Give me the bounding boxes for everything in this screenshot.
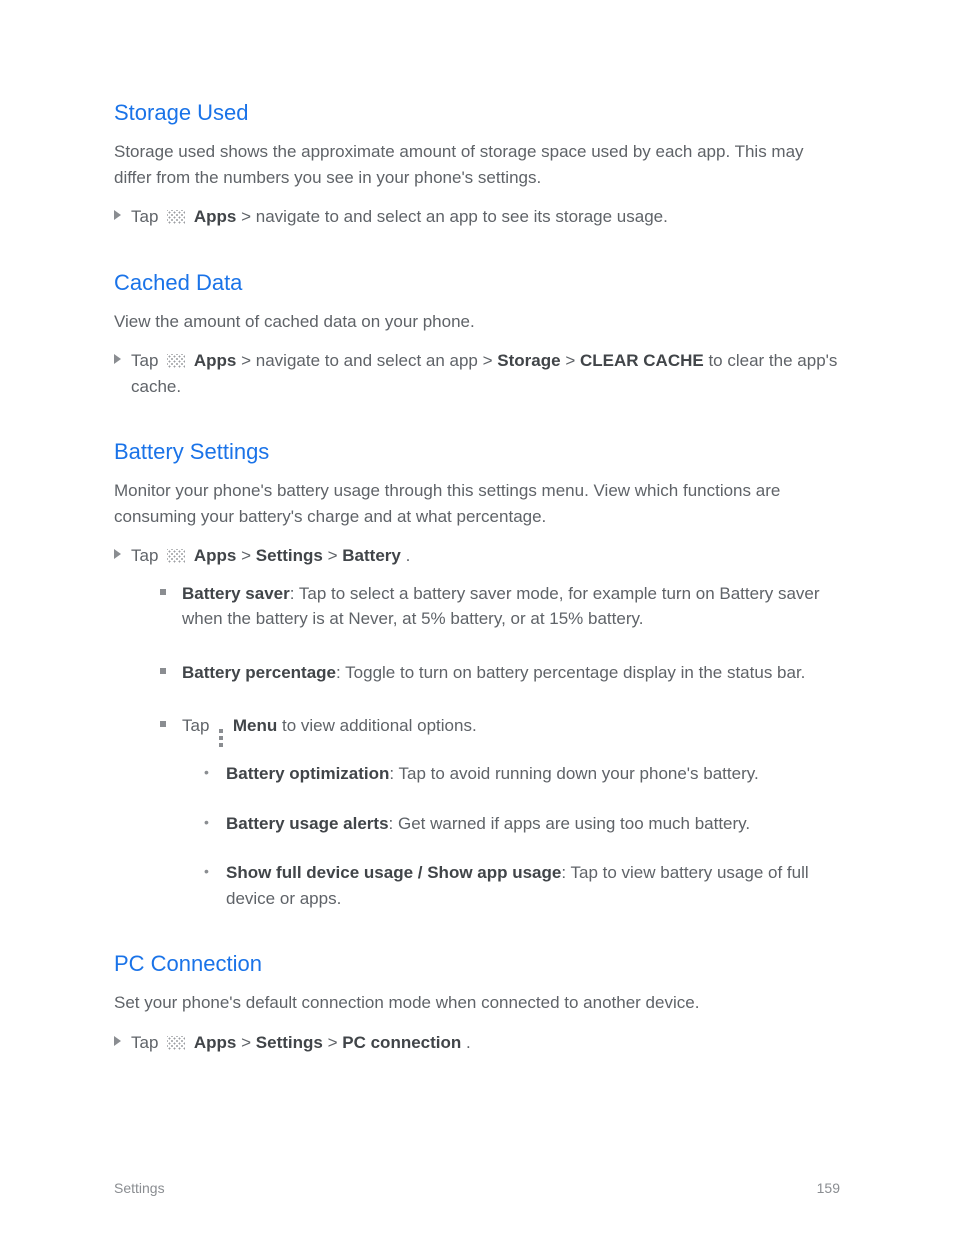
- text: >: [328, 1033, 338, 1052]
- sub-bullet-list: Battery optimization: Tap to avoid runni…: [204, 761, 840, 911]
- text: > navigate to and select an app >: [241, 351, 492, 370]
- text: Tap: [182, 716, 209, 735]
- chevron-right-icon: [114, 549, 121, 559]
- text-bold: Storage: [497, 351, 560, 370]
- heading-cached-data: Cached Data: [114, 266, 840, 299]
- section-battery-settings: Battery Settings Monitor your phone's ba…: [114, 435, 840, 911]
- text-bold: Battery: [342, 546, 401, 565]
- text: >: [241, 546, 251, 565]
- text-bold: Show full device usage / Show app usage: [226, 863, 561, 882]
- heading-battery-settings: Battery Settings: [114, 435, 840, 468]
- text-bold: Apps: [194, 1033, 237, 1052]
- text: >: [328, 546, 338, 565]
- chevron-right-icon: [114, 1036, 121, 1046]
- step-text: Tap Apps > Settings > PC connection .: [131, 1030, 840, 1056]
- text-bold: Settings: [256, 546, 323, 565]
- text: .: [466, 1033, 471, 1052]
- list-item: Show full device usage / Show app usage:…: [204, 860, 840, 911]
- text-bold: PC connection: [342, 1033, 461, 1052]
- text-bold: Menu: [233, 716, 277, 735]
- section-storage-used: Storage Used Storage used shows the appr…: [114, 96, 840, 230]
- heading-storage-used: Storage Used: [114, 96, 840, 129]
- text-bold: Apps: [194, 546, 237, 565]
- text: to view additional options.: [277, 716, 476, 735]
- chevron-right-icon: [114, 210, 121, 220]
- text: .: [406, 546, 411, 565]
- section-cached-data: Cached Data View the amount of cached da…: [114, 266, 840, 400]
- list-item: Battery percentage: Toggle to turn on ba…: [160, 660, 840, 686]
- text-bold: Battery saver: [182, 584, 290, 603]
- text-bold: Battery optimization: [226, 764, 389, 783]
- text: Tap: [131, 1033, 158, 1052]
- text: >: [565, 351, 575, 370]
- step-line: Tap Apps > navigate to and select an app…: [114, 348, 840, 399]
- step-text: Tap Apps > navigate to and select an app…: [131, 348, 840, 399]
- step-text: Tap Apps > navigate to and select an app…: [131, 204, 840, 230]
- text-bold: Battery usage alerts: [226, 814, 389, 833]
- text-bold: Battery percentage: [182, 663, 336, 682]
- list-item: Tap Menu to view additional options. Bat…: [160, 713, 840, 911]
- text-bold: Settings: [256, 1033, 323, 1052]
- step-line: Tap Apps > Settings > Battery .: [114, 543, 840, 569]
- text: > navigate to and select an app to see i…: [241, 207, 668, 226]
- apps-grid-icon: [167, 549, 185, 563]
- step-line: Tap Apps > Settings > PC connection .: [114, 1030, 840, 1056]
- text-bold: CLEAR CACHE: [580, 351, 704, 370]
- text-bold: Apps: [194, 351, 237, 370]
- list-item: Battery optimization: Tap to avoid runni…: [204, 761, 840, 787]
- step-text: Tap Apps > Settings > Battery .: [131, 543, 840, 569]
- text: : Toggle to turn on battery percentage d…: [336, 663, 805, 682]
- text: Tap: [131, 207, 158, 226]
- more-vert-icon: [219, 729, 223, 747]
- text: : Tap to avoid running down your phone's…: [389, 764, 758, 783]
- apps-grid-icon: [167, 1036, 185, 1050]
- list-item: Battery saver: Tap to select a battery s…: [160, 581, 840, 632]
- text: Tap: [131, 546, 158, 565]
- apps-grid-icon: [167, 210, 185, 224]
- text: Tap: [131, 351, 158, 370]
- apps-grid-icon: [167, 354, 185, 368]
- text: : Get warned if apps are using too much …: [389, 814, 751, 833]
- chevron-right-icon: [114, 354, 121, 364]
- section-pc-connection: PC Connection Set your phone's default c…: [114, 947, 840, 1055]
- text-bold: Apps: [194, 207, 237, 226]
- heading-pc-connection: PC Connection: [114, 947, 840, 980]
- paragraph: Set your phone's default connection mode…: [114, 990, 840, 1016]
- step-line: Tap Apps > navigate to and select an app…: [114, 204, 840, 230]
- list-item: Battery usage alerts: Get warned if apps…: [204, 811, 840, 837]
- footer-page-number: 159: [817, 1178, 840, 1199]
- footer-section-label: Settings: [114, 1178, 165, 1199]
- page-footer: Settings 159: [114, 1178, 840, 1199]
- paragraph: Monitor your phone's battery usage throu…: [114, 478, 840, 529]
- paragraph: View the amount of cached data on your p…: [114, 309, 840, 335]
- text: >: [241, 1033, 251, 1052]
- paragraph: Storage used shows the approximate amoun…: [114, 139, 840, 190]
- bullet-list: Battery saver: Tap to select a battery s…: [160, 581, 840, 912]
